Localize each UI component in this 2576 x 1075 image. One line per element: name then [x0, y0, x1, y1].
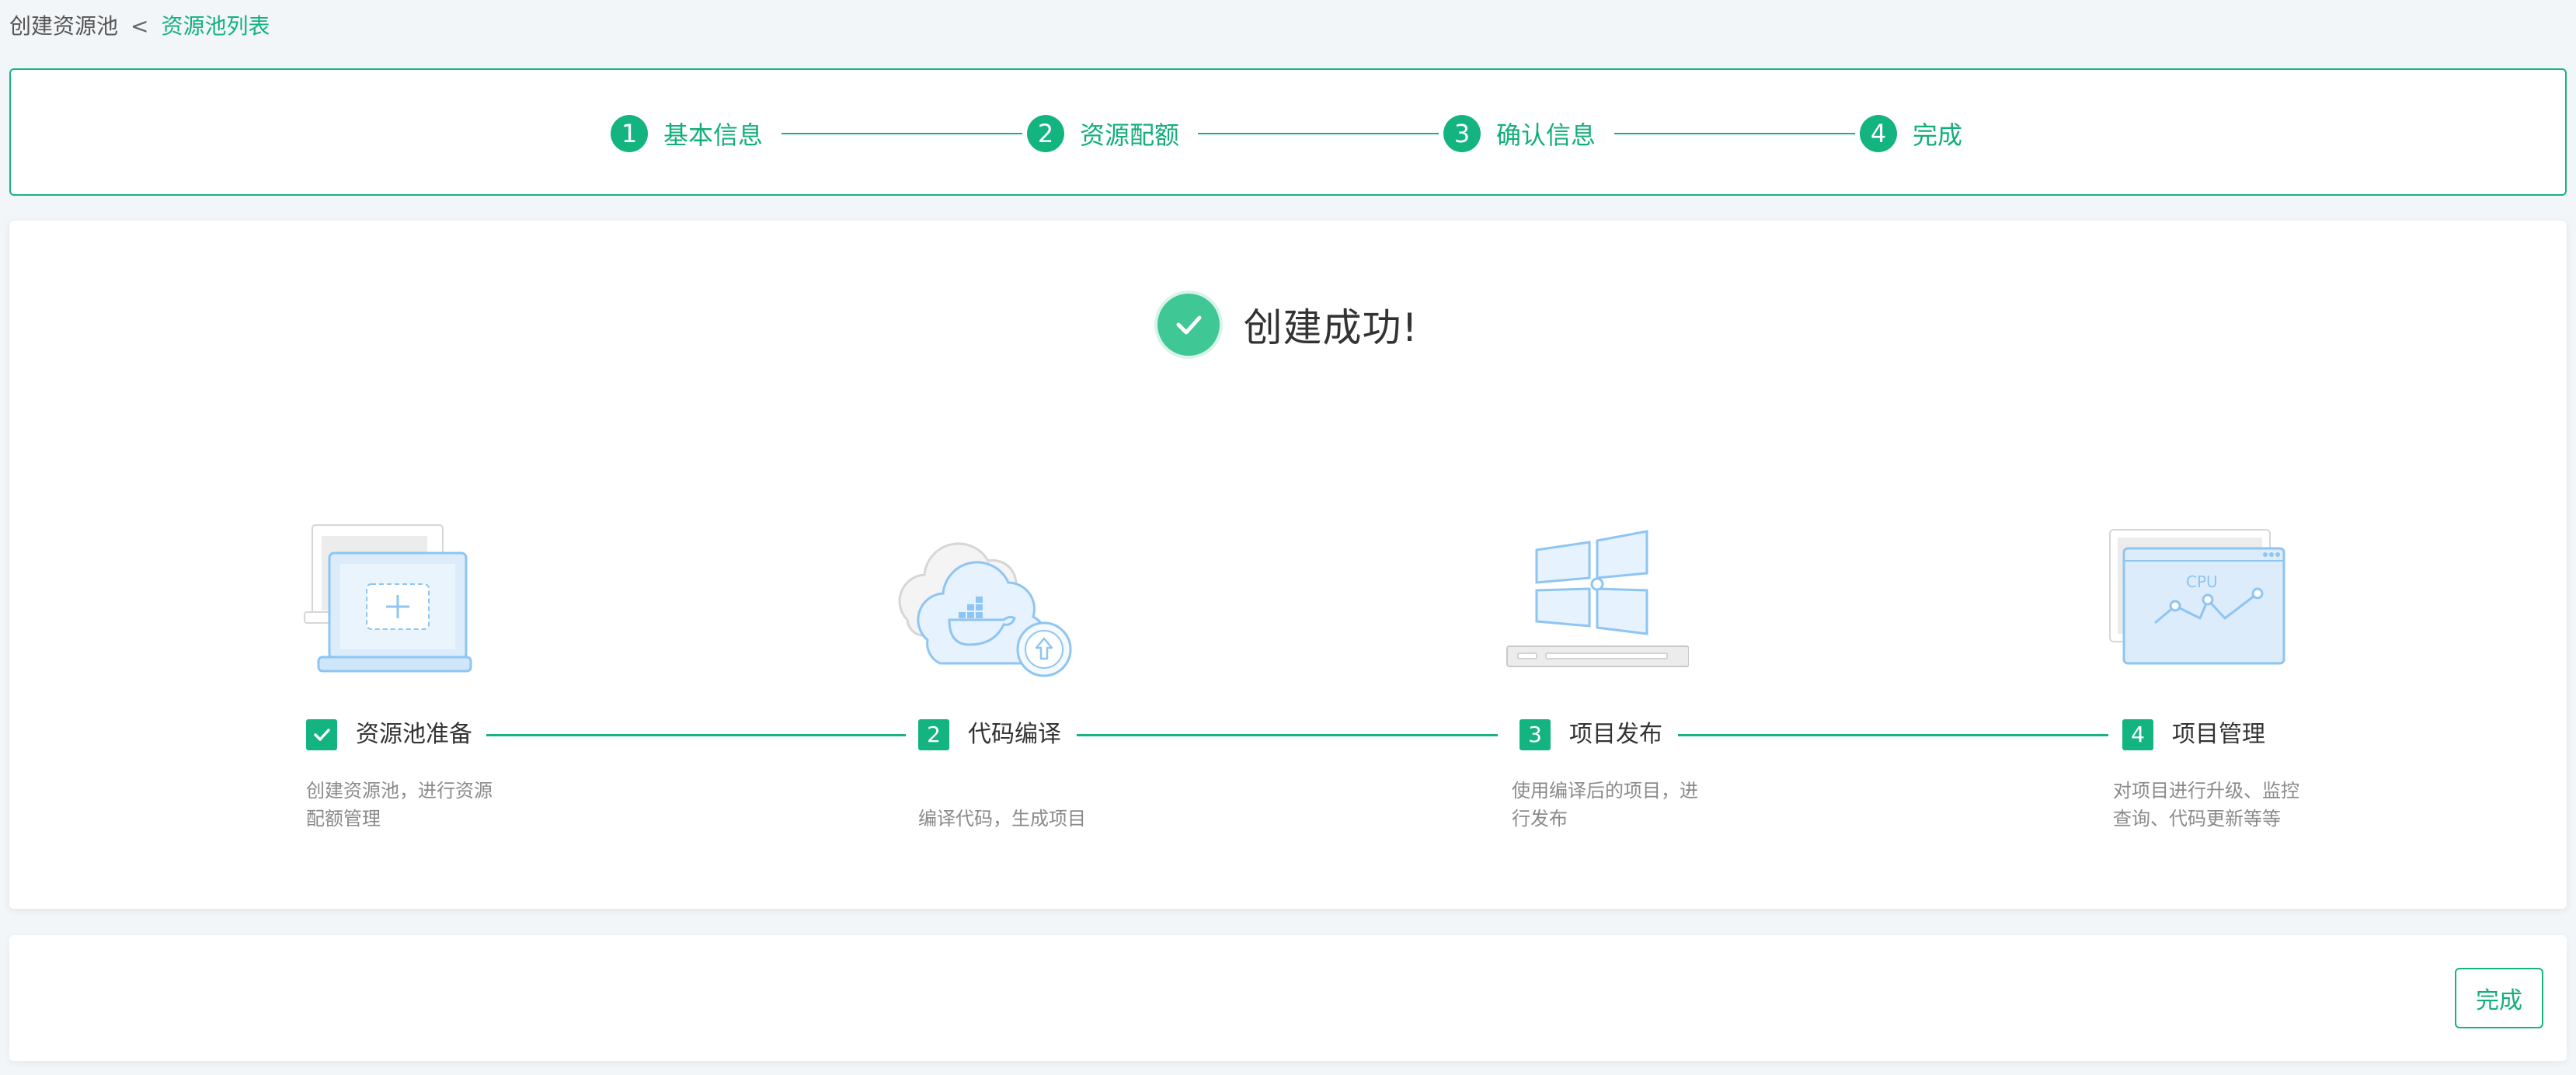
step-label: 确认信息: [1496, 120, 1596, 150]
breadcrumb: 创建资源池 < 资源池列表: [9, 11, 270, 42]
cpu-label: CPU: [2186, 572, 2218, 591]
flow-step-4-desc: 对项目进行升级、监控查询、代码更新等等: [2113, 780, 2299, 830]
flow-step-4-badge: 4: [2122, 719, 2153, 750]
windows-server-icon: [1495, 527, 1690, 685]
step-number: 1: [611, 115, 648, 152]
flow-step-3-badge: 3: [1519, 719, 1551, 750]
flow-step-1-desc: 创建资源池，进行资源配额管理: [306, 780, 493, 830]
footer-bar: 完成: [9, 935, 2567, 1061]
step-label: 完成: [1913, 120, 1963, 150]
step-number: 4: [1860, 115, 1897, 152]
check-circle-icon: [1157, 294, 1220, 356]
step-done: 4 完成: [1860, 110, 1962, 157]
breadcrumb-current: 创建资源池: [9, 13, 119, 39]
flow-step-4-label: 项目管理: [2172, 721, 2265, 748]
flow-step-3-label: 项目发布: [1569, 721, 1662, 748]
step-label: 资源配额: [1080, 120, 1180, 150]
flow-step-1-label: 资源池准备: [356, 721, 472, 748]
step-number: 3: [1443, 115, 1481, 152]
step-resource-quota: 2 资源配额: [1027, 110, 1179, 157]
step-connector: [1614, 133, 1855, 134]
process-flow: 资源池准备 2 代码编译 3 项目发布 4 项目管理: [9, 718, 2567, 752]
cpu-monitor-icon: CPU: [2101, 527, 2295, 677]
flow-step-2-desc: 编译代码，生成项目: [918, 808, 1086, 830]
step-label: 基本信息: [663, 120, 764, 150]
step-number: 2: [1027, 115, 1064, 152]
done-button[interactable]: 完成: [2455, 968, 2543, 1028]
success-title: 创建成功!: [1243, 305, 1419, 350]
check-icon: [314, 729, 330, 741]
breadcrumb-link-pool-list[interactable]: 资源池列表: [161, 11, 270, 42]
laptop-add-icon: [298, 522, 477, 680]
result-card: 创建成功! CPU 资源池准备 2 代码编译 3 项目发布 4 项目管理 创建资…: [9, 221, 2567, 909]
success-banner: 创建成功!: [9, 294, 2567, 356]
steps-bar: 1 基本信息 2 资源配额 3 确认信息 4 完成: [9, 68, 2567, 196]
step-basic-info: 1 基本信息: [611, 110, 763, 157]
breadcrumb-separator: <: [131, 13, 149, 39]
flow-connector: [1077, 734, 1498, 736]
step-connector: [782, 133, 1022, 134]
step-confirm-info: 3 确认信息: [1443, 110, 1596, 157]
flow-step-2-label: 代码编译: [968, 721, 1061, 748]
flow-connector: [1678, 734, 2108, 736]
flow-step-2-badge: 2: [918, 719, 949, 750]
cloud-docker-icon: [884, 534, 1086, 685]
flow-step-1-badge: [306, 719, 337, 750]
flow-step-3-desc: 使用编译后的项目，进行发布: [1512, 780, 1698, 830]
flow-connector: [486, 734, 906, 736]
step-connector: [1198, 133, 1439, 134]
